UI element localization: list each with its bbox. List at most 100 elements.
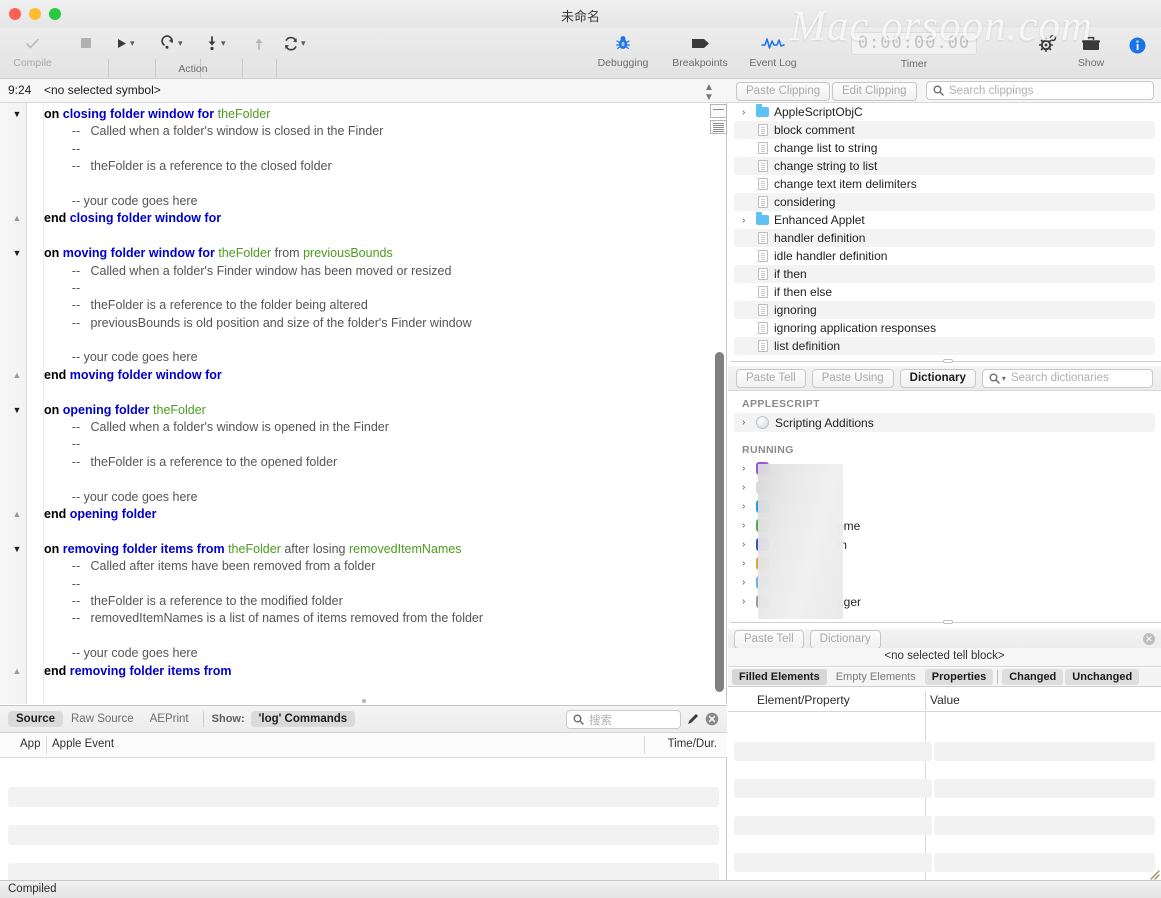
tab-aeprint[interactable]: AEPrint: [142, 711, 197, 727]
refresh-button[interactable]: ▾: [283, 32, 323, 54]
clipping-item[interactable]: list definition: [734, 337, 1155, 355]
show-filter-value[interactable]: 'log' Commands: [250, 711, 356, 727]
chevron-right-icon[interactable]: ›: [742, 520, 756, 531]
event-log-button[interactable]: Event Log: [742, 32, 804, 69]
chevron-down-icon[interactable]: ▾: [1002, 374, 1006, 383]
fold-up-icon[interactable]: ▲: [11, 367, 23, 384]
chevron-right-icon[interactable]: ›: [742, 577, 756, 588]
chevron-right-icon[interactable]: ›: [742, 463, 756, 474]
result-row[interactable]: [934, 742, 1155, 761]
clipping-item[interactable]: › AppleScriptObjC: [728, 103, 1161, 121]
chevron-right-icon[interactable]: ›: [742, 107, 756, 118]
clipping-item[interactable]: change text item delimiters: [728, 175, 1161, 193]
step-in-button[interactable]: ▾: [205, 32, 247, 54]
paste-using-button[interactable]: Paste Using: [811, 368, 894, 388]
window-resize-grip[interactable]: [1146, 866, 1160, 880]
fold-up-icon[interactable]: ▲: [11, 210, 23, 227]
clipping-item[interactable]: if then: [734, 265, 1155, 283]
record-button[interactable]: ▾: [160, 32, 200, 54]
split-pane-layout-button[interactable]: [710, 120, 727, 134]
result-tab[interactable]: Empty Elements: [829, 669, 923, 685]
clipping-item[interactable]: considering: [734, 193, 1155, 211]
clipping-item[interactable]: › Enhanced Applet: [728, 211, 1161, 229]
clipping-item[interactable]: change string to list: [734, 157, 1155, 175]
step-out-button[interactable]: [248, 32, 270, 54]
clippings-list[interactable]: › AppleScriptObjC block comment change list…: [728, 103, 1161, 361]
single-pane-layout-button[interactable]: [710, 104, 727, 118]
result-row[interactable]: [734, 816, 932, 835]
chevron-down-icon[interactable]: ▾: [221, 38, 226, 49]
fold-up-icon[interactable]: ▲: [11, 663, 23, 680]
log-row[interactable]: [8, 825, 719, 845]
tab-source[interactable]: Source: [8, 711, 63, 727]
search-clippings-input[interactable]: Search clippings: [926, 81, 1154, 100]
clear-result-icon[interactable]: ✕: [1143, 633, 1155, 645]
result-tabs[interactable]: Filled Elements Empty Elements Properties C…: [728, 668, 1161, 687]
clipping-item[interactable]: handler definition: [734, 229, 1155, 247]
chevron-down-icon[interactable]: ▾: [301, 38, 306, 49]
result-dictionary-button[interactable]: Dictionary: [809, 629, 881, 649]
symbol-stepper[interactable]: ▲ ▼: [704, 83, 714, 103]
chevron-down-icon[interactable]: ▾: [130, 38, 135, 49]
search-dictionaries-input[interactable]: ▾ Search dictionaries: [981, 368, 1153, 388]
result-rows[interactable]: [728, 712, 1161, 880]
stop-button[interactable]: [70, 32, 102, 54]
editor-code[interactable]: ▼ on closing folder window for theFolder …: [13, 106, 726, 680]
panel-resize-grabber[interactable]: [943, 620, 953, 624]
result-row[interactable]: [934, 779, 1155, 798]
paste-tell-button[interactable]: Paste Tell: [736, 368, 806, 388]
clipping-item[interactable]: ignoring: [734, 301, 1155, 319]
paste-clipping-button[interactable]: Paste Clipping: [736, 81, 831, 101]
result-tab[interactable]: Filled Elements: [732, 669, 827, 685]
run-button[interactable]: ▾: [115, 32, 155, 54]
clipping-item[interactable]: change list to string: [728, 139, 1161, 157]
clipping-item[interactable]: idle handler definition: [728, 247, 1161, 265]
result-row[interactable]: [734, 779, 932, 798]
result-row[interactable]: [934, 816, 1155, 835]
chevron-right-icon[interactable]: ›: [742, 501, 756, 512]
log-row[interactable]: [8, 787, 719, 807]
show-button[interactable]: Show: [1074, 32, 1108, 69]
result-tab[interactable]: Unchanged: [1065, 669, 1140, 685]
clipping-item[interactable]: block comment: [734, 121, 1155, 139]
chevron-right-icon[interactable]: ›: [742, 596, 756, 607]
chevron-right-icon[interactable]: ›: [742, 558, 756, 569]
fold-down-icon[interactable]: ▼: [11, 245, 23, 262]
breakpoints-button[interactable]: Breakpoints: [668, 32, 732, 69]
chevron-right-icon[interactable]: ›: [742, 417, 756, 428]
chevron-down-icon[interactable]: ▾: [178, 38, 183, 49]
fold-up-icon[interactable]: ▲: [11, 506, 23, 523]
editor-vertical-scrollbar[interactable]: [715, 352, 724, 692]
panel-resize-grabber[interactable]: [943, 359, 953, 363]
compile-button[interactable]: Compile: [10, 32, 55, 69]
clipping-item[interactable]: ignoring application responses: [728, 319, 1161, 337]
tab-raw-source[interactable]: Raw Source: [63, 711, 142, 727]
result-row[interactable]: [934, 853, 1155, 872]
clear-log-icon[interactable]: [705, 712, 719, 731]
chevron-right-icon[interactable]: ›: [742, 215, 756, 226]
clipping-item[interactable]: if then else: [728, 283, 1161, 301]
result-row[interactable]: [734, 742, 932, 761]
info-button[interactable]: [1126, 34, 1148, 56]
result-row[interactable]: [734, 853, 932, 872]
marker-pen-icon[interactable]: [686, 712, 700, 731]
log-rows[interactable]: [0, 758, 727, 883]
log-search-input[interactable]: 搜索: [566, 710, 681, 729]
code-editor[interactable]: ▼ on closing folder window for theFolder …: [0, 103, 727, 704]
fold-down-icon[interactable]: ▼: [11, 106, 23, 123]
edit-clipping-button[interactable]: Edit Clipping: [832, 81, 917, 101]
debugging-button[interactable]: Debugging: [592, 32, 654, 69]
result-paste-tell-button[interactable]: Paste Tell: [734, 629, 804, 649]
fold-down-icon[interactable]: ▼: [11, 541, 23, 558]
editor-splitter-grabber[interactable]: [362, 699, 366, 703]
result-tab[interactable]: Properties: [924, 669, 994, 685]
timer-display[interactable]: 0:00:00.00 Timer: [848, 32, 980, 70]
chevron-right-icon[interactable]: ›: [742, 482, 756, 493]
fold-down-icon[interactable]: ▼: [11, 402, 23, 419]
settings-button[interactable]: [1034, 32, 1062, 54]
dictionary-item-scripting-additions[interactable]: › Scripting Additions: [734, 413, 1155, 432]
editor-layout-buttons[interactable]: [710, 104, 728, 136]
result-tab[interactable]: Changed: [1002, 669, 1064, 685]
dictionary-button[interactable]: Dictionary: [899, 368, 976, 388]
chevron-right-icon[interactable]: ›: [742, 539, 756, 550]
